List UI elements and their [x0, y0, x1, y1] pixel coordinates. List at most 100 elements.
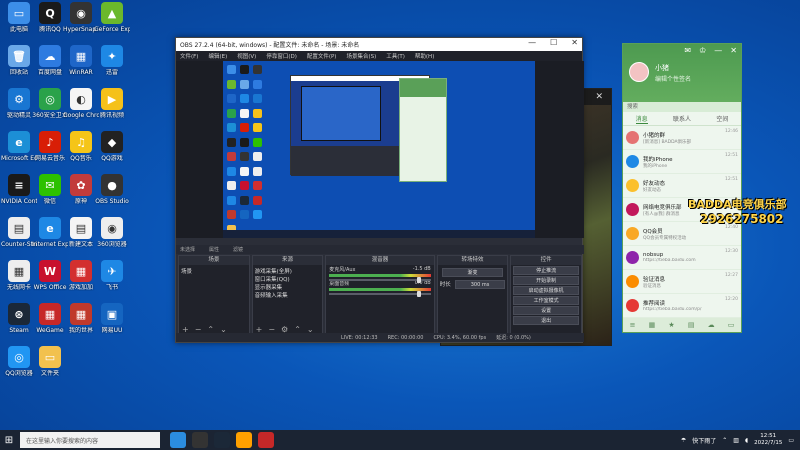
source-item[interactable]: 显示器采集 [255, 283, 321, 291]
desktop-icon[interactable]: ✈ 飞书 [95, 260, 129, 304]
settings-button[interactable]: 设置 [513, 306, 579, 315]
obs-taskbar-icon[interactable] [192, 432, 208, 448]
desktop-icon[interactable]: ◎ QQ浏览器 [2, 346, 36, 390]
desktop-icon[interactable]: ● OBS Studio [95, 174, 129, 218]
list-item[interactable]: nobsup https://tieba.baidu.com 12:30 [623, 246, 741, 270]
desktop-icon[interactable]: Q 腾讯QQ [33, 2, 67, 46]
network-icon[interactable]: ▥ [733, 437, 739, 444]
list-item[interactable]: 我的iPhone 我的iPhone 12:51 [623, 150, 741, 174]
menu-help[interactable]: 帮助(H) [415, 52, 434, 60]
minimize-icon[interactable]: — [528, 38, 536, 47]
exit-button[interactable]: 退出 [513, 316, 579, 325]
apps-icon[interactable]: ▦ [649, 321, 656, 329]
desktop-icon[interactable]: ⊛ Steam [2, 303, 36, 347]
desktop-icon[interactable]: ▦ 游戏加加 [64, 260, 98, 304]
star-icon[interactable]: ★ [668, 321, 674, 329]
desktop-icon[interactable]: ≡NVIDIA Control [1, 174, 37, 218]
list-item[interactable]: 验证消息 验证消息 12:27 [623, 270, 741, 294]
menu-icon[interactable]: ≡ [630, 321, 636, 329]
shirt-icon[interactable]: ♔ [699, 46, 706, 55]
desktop-icon[interactable]: ♫ QQ音乐 [64, 131, 98, 175]
desktop-icon[interactable]: ◎ 360安全卫士 [32, 88, 68, 132]
qq-window[interactable]: ✉ ♔ — ✕ 小猪 编辑个性签名 搜索 消息 联系人 空间 小猪的群 [新消息]… [622, 43, 742, 333]
tab-messages[interactable]: 消息 [635, 114, 648, 124]
list-item[interactable]: 小猪的群 [新消息] BADDA俱乐部 12:46 [623, 126, 741, 150]
desktop-icon[interactable]: ▶ 腾讯视频 [95, 88, 129, 132]
tab-contacts[interactable]: 联系人 [673, 114, 691, 123]
desktop-icon[interactable]: ▤ 新建文本 [64, 217, 98, 261]
desktop-icon[interactable]: 🗑 回收站 [2, 45, 36, 89]
studio-mode-button[interactable]: 工作室模式 [513, 296, 579, 305]
cloud-icon[interactable]: ☁ [708, 321, 715, 329]
desktop-icon[interactable]: ◉ 360浏览器 [95, 217, 129, 261]
filters-button[interactable]: 滤镜 [233, 246, 243, 253]
desktop-icon[interactable]: ▲ GeForce Experience [94, 2, 130, 46]
desktop-icon[interactable]: ◐Google Chrome [63, 88, 99, 132]
list-item[interactable]: 好友动态 好友动态 12:51 [623, 174, 741, 198]
desktop-icon[interactable]: ▭ 此电脑 [2, 2, 36, 46]
file-icon[interactable]: ▤ [688, 321, 695, 329]
windows-start-icon[interactable]: ⊞ [0, 430, 18, 450]
properties-button[interactable]: 属性 [209, 246, 219, 253]
menu-scene-collection[interactable]: 场景集合(S) [346, 52, 376, 60]
weather-text[interactable]: 快下雨了 [692, 436, 716, 445]
maximize-icon[interactable]: ☐ [550, 38, 557, 47]
desktop-icon[interactable]: ▦ 我的世界 [64, 303, 98, 347]
desktop-icon[interactable]: ▭ 文件夹 [33, 346, 67, 390]
desktop-icon[interactable]: ✿ 原神 [64, 174, 98, 218]
app-taskbar-icon[interactable] [258, 432, 274, 448]
desktop-icon[interactable]: ☁ 百度网盘 [33, 45, 67, 89]
minimize-icon[interactable]: — [714, 46, 722, 55]
volume-slider[interactable] [329, 291, 431, 297]
weather-icon[interactable]: ☂ [681, 437, 686, 444]
desktop-icon[interactable]: ✉ 微信 [33, 174, 67, 218]
desktop-icon[interactable]: eInternet Explorer [32, 217, 68, 261]
desktop-icon[interactable]: ▣ 网易UU [95, 303, 129, 347]
taskbar-search-input[interactable]: 在这里输入你要搜索的内容 [20, 432, 160, 448]
task-view-icon[interactable] [170, 432, 186, 448]
desktop-icon[interactable]: ▦ WeGame [33, 303, 67, 347]
menu-tools[interactable]: 工具(T) [386, 52, 405, 60]
qq-signature[interactable]: 编辑个性签名 [655, 74, 691, 83]
stop-streaming-button[interactable]: 停止推流 [513, 266, 579, 275]
obs-preview[interactable] [223, 61, 535, 238]
transition-select[interactable]: 渐变 [441, 268, 504, 277]
volume-slider[interactable] [329, 277, 431, 283]
desktop-icon[interactable]: ▤Counter-Strike [1, 217, 37, 261]
desktop-icon[interactable]: ◉ HyperSnap 7 [63, 2, 99, 46]
steam-taskbar-icon[interactable] [214, 432, 230, 448]
close-icon[interactable]: ✕ [595, 92, 603, 102]
menu-edit[interactable]: 编辑(E) [208, 52, 227, 60]
desktop-icon[interactable]: ✦ 迅雷 [95, 45, 129, 89]
desktop-icon[interactable]: ▦ 无线网卡 [2, 260, 36, 304]
menu-profile[interactable]: 配置文件(P) [307, 52, 337, 60]
chevron-up-icon[interactable]: ⌃ [722, 437, 727, 444]
obs-window[interactable]: OBS 27.2.4 (64-bit, windows) - 配置文件: 未命名… [175, 37, 584, 343]
list-item[interactable]: 推荐阅读 https://tieba.baidu.com/p/12:20 [623, 294, 741, 318]
mixer-track-mic[interactable]: 麦克风/Aux -1.5 dB [326, 265, 433, 283]
menu-docks[interactable]: 停靠窗口(D) [266, 52, 297, 60]
mail-icon[interactable]: ✉ [684, 46, 691, 55]
search-input[interactable]: 搜索 [623, 102, 741, 112]
duration-input[interactable]: 300 ms [454, 280, 506, 289]
virtual-camera-button[interactable]: 启动虚拟摄像机 [513, 286, 579, 295]
desktop-icon[interactable]: ⚙ 驱动精灵 [2, 88, 36, 132]
source-item[interactable]: 音频输入采集 [255, 291, 321, 299]
notification-icon[interactable]: ▭ [788, 437, 794, 444]
start-recording-button[interactable]: 开始录制 [513, 276, 579, 285]
files-taskbar-icon[interactable] [236, 432, 252, 448]
desktop-icon[interactable]: ▦ WinRAR [64, 45, 98, 89]
avatar[interactable] [629, 62, 649, 82]
desktop-icon[interactable]: ◆ QQ游戏 [95, 131, 129, 175]
desktop-icon[interactable]: W WPS Office [33, 260, 67, 304]
menu-file[interactable]: 文件(F) [180, 52, 198, 60]
folder-icon[interactable]: ▭ [728, 321, 735, 329]
desktop-icon[interactable]: ♪ 网易云音乐 [33, 131, 67, 175]
menu-view[interactable]: 视图(V) [237, 52, 256, 60]
source-item[interactable]: 窗口采集(QQ) [255, 275, 321, 283]
clock[interactable]: 12:51 2022/7/15 [754, 433, 782, 447]
scene-item[interactable]: 场景 [181, 267, 247, 275]
volume-icon[interactable]: ◖ [745, 437, 748, 444]
source-item[interactable]: 游戏采集(全屏) [255, 267, 321, 275]
tab-space[interactable]: 空间 [716, 114, 728, 123]
